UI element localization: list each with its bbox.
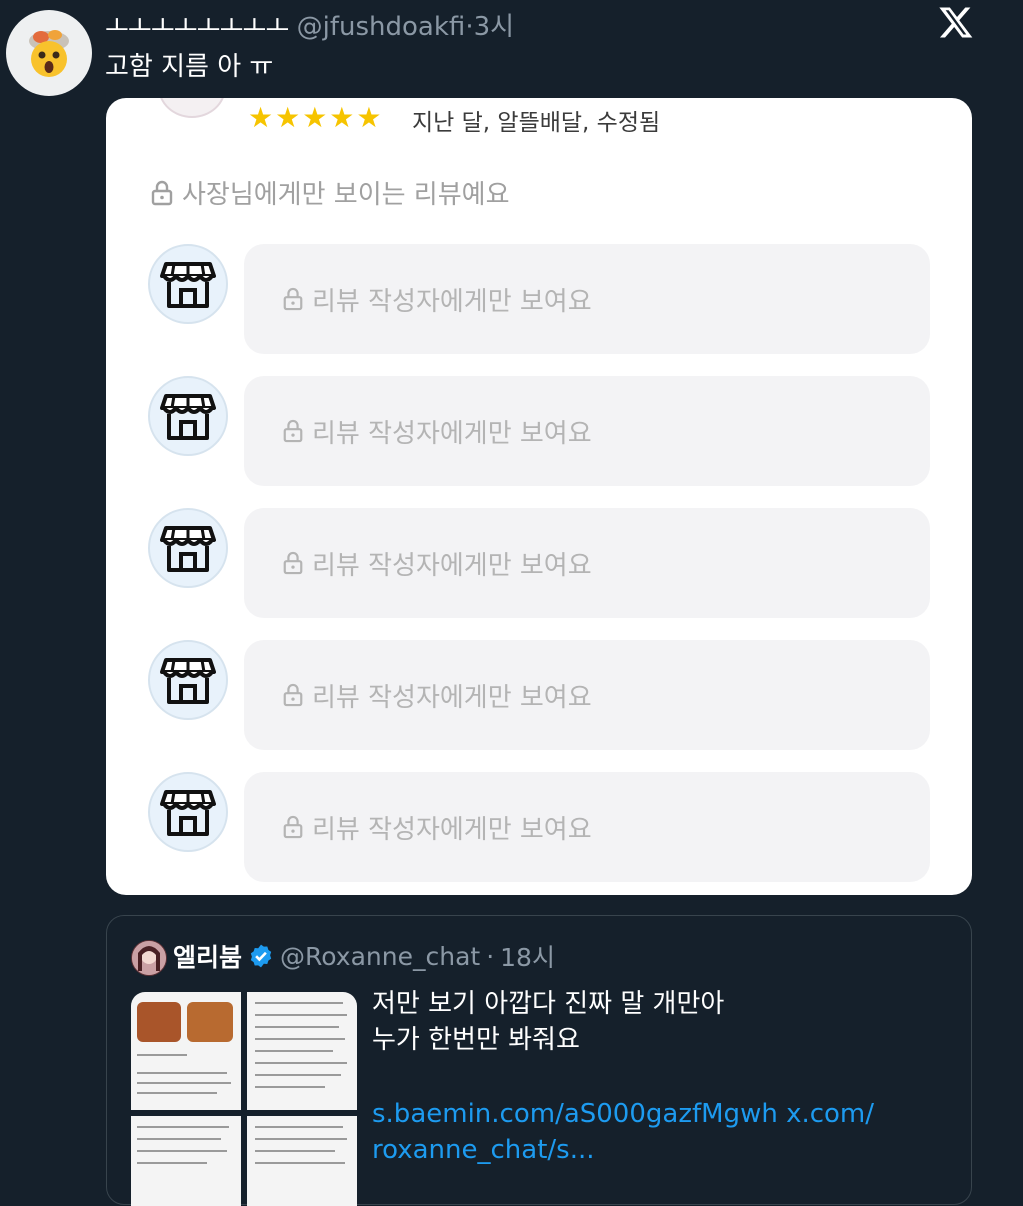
quoted-tweet[interactable]: 엘리붐 @Roxanne_chat · 18시 저만 보기 아깝다 진짜 말 개… <box>106 915 972 1206</box>
lock-icon <box>283 419 303 443</box>
exploding-head-emoji-icon <box>29 30 69 77</box>
store-avatar[interactable] <box>148 244 228 324</box>
owner-only-notice: 사장님에게만 보이는 리뷰예요 <box>150 174 510 211</box>
reply-bubble: 리뷰 작성자에게만 보여요 <box>244 508 930 618</box>
owner-reply-row: 리뷰 작성자에게만 보여요 <box>146 640 932 752</box>
reply-hidden-notice: 리뷰 작성자에게만 보여요 <box>282 809 592 846</box>
tweet-time[interactable]: 3시 <box>474 12 514 42</box>
store-avatar[interactable] <box>148 772 228 852</box>
store-icon <box>160 394 216 440</box>
lock-icon <box>283 683 303 707</box>
media-thumbnail[interactable] <box>247 992 357 1110</box>
quote-link-line[interactable]: s.baemin.com/aS000gazfMgwh x.com/ <box>372 1096 952 1132</box>
tweet-text: 고함 지름 아 ㅠ <box>105 52 274 82</box>
owner-only-text: 사장님에게만 보이는 리뷰예요 <box>182 180 510 210</box>
quote-links[interactable]: s.baemin.com/aS000gazfMgwh x.com/ roxann… <box>372 1096 952 1168</box>
quote-display-name[interactable]: 엘리붐 <box>173 938 242 974</box>
display-name[interactable]: ㅗㅗㅗㅗㅗㅗㅗㅗ <box>105 12 289 42</box>
review-screenshot-image[interactable]: ★★★★★ 지난 달, 알뜰배달, 수정됨 사장님에게만 보이는 리뷰예요 리뷰… <box>106 98 972 895</box>
reply-hidden-text: 리뷰 작성자에게만 보여요 <box>312 418 592 449</box>
store-icon <box>160 262 216 308</box>
quote-text-line: 저만 보기 아깝다 진짜 말 개만아 <box>372 989 725 1019</box>
reply-bubble: 리뷰 작성자에게만 보여요 <box>244 640 930 750</box>
quote-avatar[interactable] <box>131 940 167 976</box>
reviewer-avatar <box>158 98 226 118</box>
owner-reply-row: 리뷰 작성자에게만 보여요 <box>146 508 932 620</box>
quote-link-line[interactable]: roxanne_chat/s... <box>372 1132 952 1168</box>
quote-text: 저만 보기 아깝다 진짜 말 개만아 누가 한번만 봐줘요 <box>372 986 952 1058</box>
media-thumbnail[interactable] <box>131 1116 241 1206</box>
media-thumbnail[interactable] <box>131 992 241 1110</box>
person-photo-icon <box>132 941 166 975</box>
quote-text-line: 누가 한번만 봐줘요 <box>372 1025 580 1055</box>
owner-reply-row: 리뷰 작성자에게만 보여요 <box>146 772 932 884</box>
reply-hidden-text: 리뷰 작성자에게만 보여요 <box>312 286 592 317</box>
store-avatar[interactable] <box>148 508 228 588</box>
separator-dot: · <box>465 12 474 42</box>
reply-bubble: 리뷰 작성자에게만 보여요 <box>244 772 930 882</box>
store-icon <box>160 658 216 704</box>
verified-badge-icon <box>250 944 272 968</box>
quote-header: 엘리붐 @Roxanne_chat · 18시 <box>173 938 555 974</box>
reply-bubble: 리뷰 작성자에게만 보여요 <box>244 244 930 354</box>
lock-icon <box>283 815 303 839</box>
quote-handle[interactable]: @Roxanne_chat <box>280 942 480 971</box>
store-icon <box>160 790 216 836</box>
lock-icon <box>151 180 173 205</box>
reply-hidden-notice: 리뷰 작성자에게만 보여요 <box>282 677 592 714</box>
store-avatar[interactable] <box>148 640 228 720</box>
reply-hidden-text: 리뷰 작성자에게만 보여요 <box>312 550 592 581</box>
reply-hidden-text: 리뷰 작성자에게만 보여요 <box>312 682 592 713</box>
user-avatar[interactable] <box>6 10 92 96</box>
user-handle[interactable]: @jfushdoakfi <box>297 12 466 42</box>
store-icon <box>160 526 216 572</box>
reply-hidden-notice: 리뷰 작성자에게만 보여요 <box>282 545 592 582</box>
reply-bubble: 리뷰 작성자에게만 보여요 <box>244 376 930 486</box>
store-avatar[interactable] <box>148 376 228 456</box>
reply-hidden-text: 리뷰 작성자에게만 보여요 <box>312 814 592 845</box>
owner-reply-row: 리뷰 작성자에게만 보여요 <box>146 376 932 488</box>
quote-separator-dot: · <box>486 941 495 971</box>
review-meta: 지난 달, 알뜰배달, 수정됨 <box>412 110 661 136</box>
lock-icon <box>283 287 303 311</box>
owner-reply-row: 리뷰 작성자에게만 보여요 <box>146 244 932 356</box>
tweet-header: ㅗㅗㅗㅗㅗㅗㅗㅗ @jfushdoakfi·3시 <box>105 6 514 43</box>
reply-hidden-notice: 리뷰 작성자에게만 보여요 <box>282 413 592 450</box>
reply-hidden-notice: 리뷰 작성자에게만 보여요 <box>282 281 592 318</box>
media-thumbnail[interactable] <box>247 1116 357 1206</box>
x-logo-icon[interactable] <box>938 4 974 40</box>
rating-stars: ★★★★★ <box>248 101 384 134</box>
quote-time[interactable]: 18시 <box>500 938 555 974</box>
lock-icon <box>283 551 303 575</box>
